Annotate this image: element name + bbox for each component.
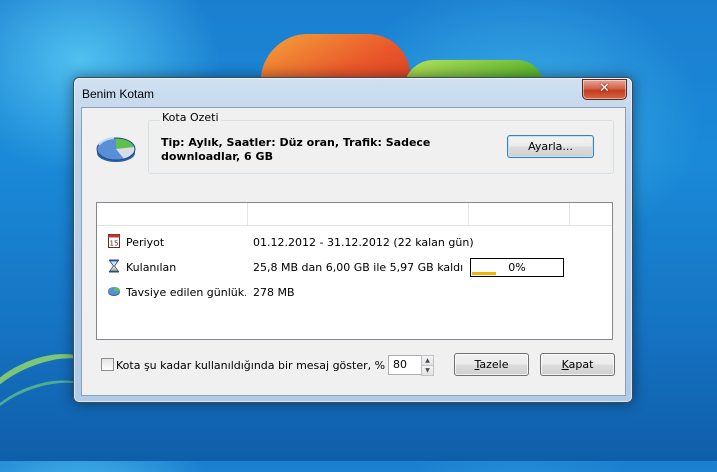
notify-checkbox-label[interactable]: Kota şu kadar kullanıldığında bir mesaj … <box>116 359 385 372</box>
column-header[interactable] <box>248 203 469 225</box>
row-label: Kulanılan <box>126 261 177 274</box>
row-label: Tavsiye edilen günlük... <box>126 286 246 299</box>
svg-text:15: 15 <box>110 240 119 248</box>
quota-summary-label: Kota Ozeti <box>160 111 221 124</box>
window-title: Benim Kotam <box>82 87 155 101</box>
quota-window: Benim Kotam ✕ Kota Ozeti Tip: Aylık, Saa… <box>73 77 633 403</box>
progress-label: 0% <box>508 261 526 274</box>
row-value: 278 MB <box>253 286 295 299</box>
list-item-period[interactable]: 15 Periyot 01.12.2012 - 31.12.2012 (22 k… <box>97 230 612 254</box>
close-button-label: Kapat <box>561 358 594 371</box>
close-icon: ✕ <box>599 81 610 96</box>
refresh-button[interactable]: Tazele <box>454 353 529 376</box>
notify-checkbox[interactable] <box>101 358 114 371</box>
window-close-button[interactable]: ✕ <box>582 79 627 100</box>
threshold-spinner: ▲ ▼ <box>421 355 434 376</box>
list-item-used[interactable]: Kulanılan 25,8 MB dan 6,00 GB ile 5,97 G… <box>97 255 612 279</box>
list-header <box>97 203 612 226</box>
column-header[interactable] <box>469 203 570 225</box>
spin-down-arrow-icon[interactable]: ▼ <box>421 365 434 376</box>
quota-pie-icon <box>96 137 136 162</box>
column-header[interactable] <box>97 203 248 225</box>
quota-details-list[interactable]: 15 Periyot 01.12.2012 - 31.12.2012 (22 k… <box>96 202 613 340</box>
row-value: 01.12.2012 - 31.12.2012 (22 kalan gün) <box>253 236 474 249</box>
title-bar[interactable]: Benim Kotam ✕ <box>74 78 632 106</box>
close-button[interactable]: Kapat <box>540 353 615 376</box>
setup-button[interactable]: Ayarla... <box>507 135 594 158</box>
row-value: 25,8 MB dan 6,00 GB ile 5,97 GB kaldı <box>253 261 464 274</box>
pie-chart-icon <box>108 287 120 296</box>
refresh-button-label: Tazele <box>474 358 509 371</box>
list-item-daily-recommended[interactable]: Tavsiye edilen günlük... 278 MB <box>97 280 612 304</box>
hourglass-icon <box>109 259 119 273</box>
quota-type-text: Tip: Aylık, Saatler: Düz oran, Trafik: S… <box>161 136 431 163</box>
usage-progress-bar: 0% <box>470 258 564 277</box>
dialog-body: Kota Ozeti Tip: Aylık, Saatler: Düz oran… <box>81 107 626 396</box>
calendar-icon: 15 <box>108 234 120 248</box>
row-label: Periyot <box>126 236 165 249</box>
